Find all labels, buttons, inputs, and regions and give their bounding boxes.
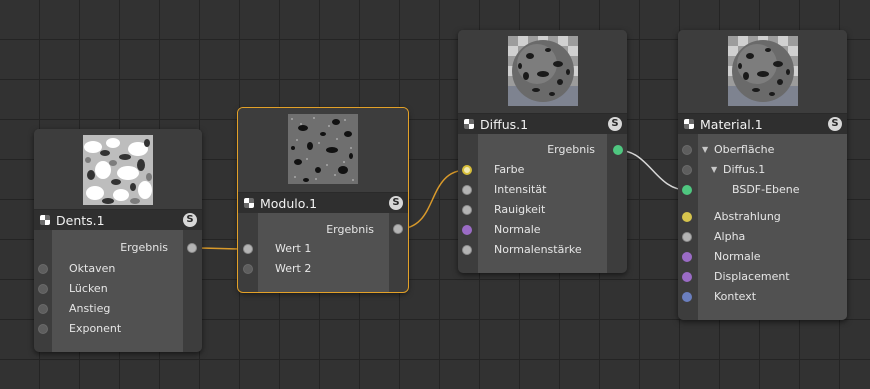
- modulo-title: Modulo.1: [260, 196, 318, 211]
- material-input-port-bsdf-ebene[interactable]: [682, 185, 692, 195]
- diffus-thumbnail: [507, 36, 578, 106]
- material-input-port-normale[interactable]: [682, 252, 692, 262]
- modulo-input-port-wert1[interactable]: [243, 244, 253, 254]
- diffus-input-label-normalenstaerke: Normalenstärke: [494, 243, 582, 256]
- dents-preview: [34, 129, 202, 209]
- modulo-node[interactable]: Modulo.1 S Ergebnis Wert 1 Wert 2: [237, 107, 409, 293]
- modulo-header[interactable]: Modulo.1 S: [238, 192, 408, 213]
- dents-input-port-anstieg[interactable]: [38, 304, 48, 314]
- diffus-body: Ergebnis Farbe Intensität Rauigkeit Norm…: [458, 134, 627, 273]
- material-input-port-abstrahlung[interactable]: [682, 212, 692, 222]
- diffus-header[interactable]: Diffus.1 S: [458, 113, 627, 134]
- material-input-label-alpha: Alpha: [714, 230, 746, 243]
- dents-node[interactable]: Dents.1 S Ergebnis Oktaven Lücken Anstie…: [34, 129, 202, 352]
- diffus-input-port-normale[interactable]: [462, 225, 472, 235]
- modulo-input-label-wert1: Wert 1: [275, 242, 312, 255]
- diffus-preview: [458, 30, 627, 113]
- dents-header[interactable]: Dents.1 S: [34, 209, 202, 230]
- dents-title: Dents.1: [56, 213, 105, 228]
- material-input-label-displacement: Displacement: [714, 270, 790, 283]
- solo-badge-icon[interactable]: S: [183, 213, 197, 227]
- wire-diffus-to-material: [616, 149, 688, 191]
- dents-input-port-oktaven[interactable]: [38, 264, 48, 274]
- modulo-output-port[interactable]: [393, 224, 403, 234]
- material-input-port-displacement[interactable]: [682, 272, 692, 282]
- dents-input-port-luecken[interactable]: [38, 284, 48, 294]
- diffus-input-port-farbe[interactable]: [462, 165, 472, 175]
- shader-node-icon: [684, 119, 694, 129]
- material-input-label-abstrahlung: Abstrahlung: [714, 210, 781, 223]
- shader-node-icon: [244, 198, 254, 208]
- modulo-input-label-wert2: Wert 2: [275, 262, 312, 275]
- modulo-body: Ergebnis Wert 1 Wert 2: [238, 213, 408, 292]
- dents-input-label-luecken: Lücken: [69, 282, 108, 295]
- modulo-thumbnail: [288, 114, 358, 184]
- material-node[interactable]: Material.1 S ▼ Oberfläche ▼ Diffus.1 BSD…: [678, 30, 847, 320]
- dents-body: Ergebnis Oktaven Lücken Anstieg Exponent: [34, 230, 202, 352]
- material-input-port-alpha[interactable]: [682, 232, 692, 242]
- diffus-output-label: Ergebnis: [547, 143, 595, 156]
- material-header[interactable]: Material.1 S: [678, 113, 847, 134]
- material-body: ▼ Oberfläche ▼ Diffus.1 BSDF-Ebene Abstr…: [678, 134, 847, 320]
- material-input-port-diffus[interactable]: [682, 165, 692, 175]
- material-thumbnail: [727, 36, 798, 106]
- modulo-preview: [238, 108, 408, 192]
- modulo-input-port-wert2[interactable]: [243, 264, 253, 274]
- diffus-output-port[interactable]: [613, 145, 623, 155]
- diffus-input-port-normalenstaerke[interactable]: [462, 245, 472, 255]
- material-tree-bsdf-ebene[interactable]: BSDF-Ebene: [732, 183, 800, 196]
- material-input-label-normale: Normale: [714, 250, 761, 263]
- solo-badge-icon[interactable]: S: [608, 117, 622, 131]
- dents-input-port-exponent[interactable]: [38, 324, 48, 334]
- material-title: Material.1: [700, 117, 763, 132]
- material-input-label-kontext: Kontext: [714, 290, 757, 303]
- collapse-triangle-icon[interactable]: ▼: [702, 145, 708, 154]
- shader-node-icon: [464, 119, 474, 129]
- diffus-node[interactable]: Diffus.1 S Ergebnis Farbe Intensität Rau…: [458, 30, 627, 273]
- dents-output-port[interactable]: [187, 243, 197, 253]
- material-input-port-oberflaeche[interactable]: [682, 145, 692, 155]
- wire-modulo-to-diffus: [397, 169, 468, 230]
- modulo-output-label: Ergebnis: [326, 223, 374, 236]
- dents-input-label-oktaven: Oktaven: [69, 262, 116, 275]
- dents-output-label: Ergebnis: [120, 241, 168, 254]
- solo-badge-icon[interactable]: S: [828, 117, 842, 131]
- diffus-title: Diffus.1: [480, 117, 529, 132]
- collapse-triangle-icon[interactable]: ▼: [711, 165, 717, 174]
- dents-input-label-exponent: Exponent: [69, 322, 122, 335]
- diffus-input-label-intensitaet: Intensität: [494, 183, 547, 196]
- diffus-input-port-rauigkeit[interactable]: [462, 205, 472, 215]
- material-input-port-kontext[interactable]: [682, 292, 692, 302]
- material-tree-oberflaeche[interactable]: Oberfläche: [714, 143, 774, 156]
- diffus-input-label-normale: Normale: [494, 223, 541, 236]
- material-preview: [678, 30, 847, 113]
- material-tree-diffus[interactable]: Diffus.1: [723, 163, 765, 176]
- dents-input-label-anstieg: Anstieg: [69, 302, 111, 315]
- dents-thumbnail: [83, 135, 153, 205]
- diffus-input-port-intensitaet[interactable]: [462, 185, 472, 195]
- solo-badge-icon[interactable]: S: [389, 196, 403, 210]
- diffus-input-label-rauigkeit: Rauigkeit: [494, 203, 546, 216]
- shader-node-icon: [40, 215, 50, 225]
- diffus-input-label-farbe: Farbe: [494, 163, 525, 176]
